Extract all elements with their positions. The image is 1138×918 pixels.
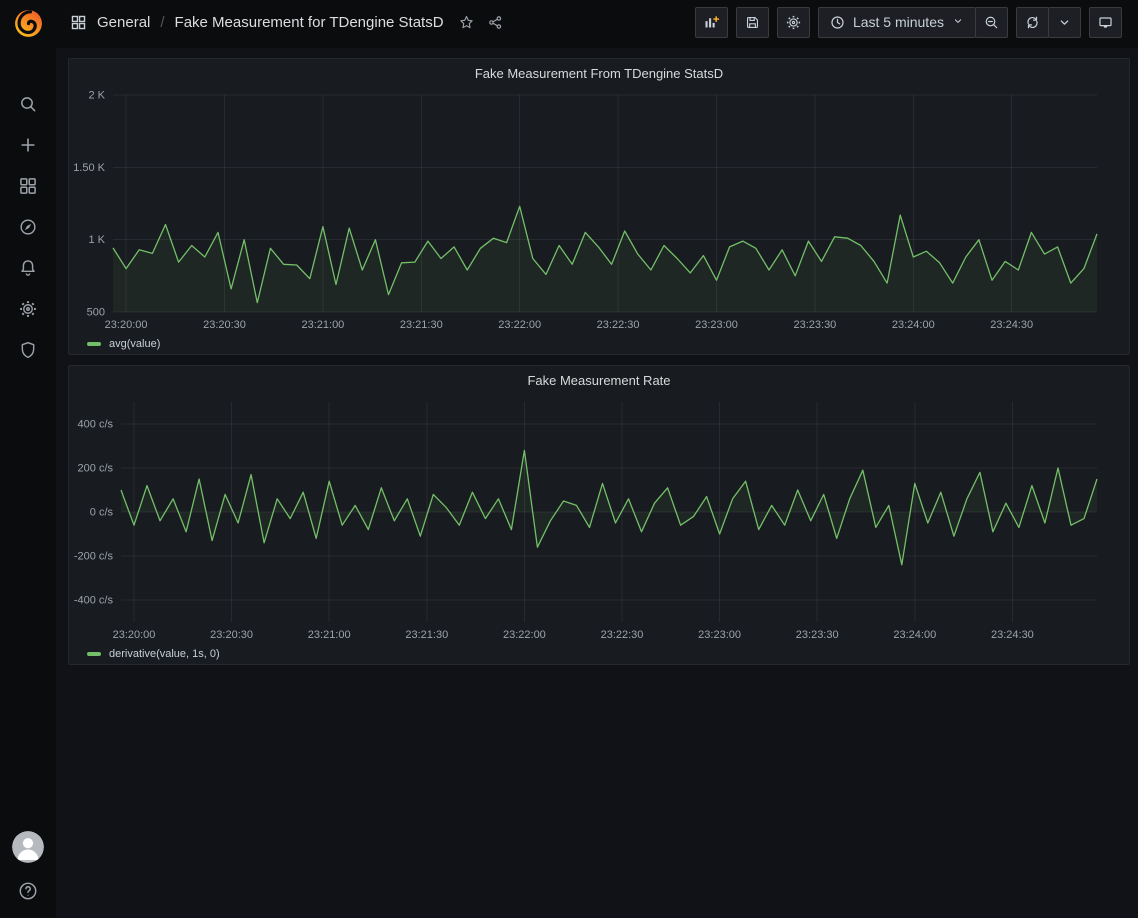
svg-text:0 c/s: 0 c/s <box>90 507 114 519</box>
legend-label: derivative(value, 1s, 0) <box>109 648 220 660</box>
time-range-group: Last 5 minutes <box>818 7 1008 38</box>
svg-text:23:24:30: 23:24:30 <box>990 319 1033 331</box>
svg-text:23:24:00: 23:24:00 <box>892 319 935 331</box>
add-panel-button[interactable] <box>695 7 728 38</box>
share-dashboard-button[interactable] <box>487 14 504 31</box>
refresh-button[interactable] <box>1016 7 1049 38</box>
sidebar-item-create[interactable] <box>17 134 39 156</box>
panel-header[interactable]: Fake Measurement From TDengine StatsD <box>69 59 1129 87</box>
time-range-caret <box>951 14 965 31</box>
sidebar <box>0 0 56 918</box>
svg-text:23:23:00: 23:23:00 <box>695 319 738 331</box>
dashboard-settings-button[interactable] <box>777 7 810 38</box>
svg-text:23:21:30: 23:21:30 <box>400 319 443 331</box>
svg-text:23:20:30: 23:20:30 <box>203 319 246 331</box>
svg-text:23:21:30: 23:21:30 <box>405 629 448 641</box>
add-panel-icon <box>703 14 720 31</box>
user-avatar[interactable] <box>12 831 44 863</box>
grafana-logo-icon <box>13 8 44 39</box>
svg-text:23:20:00: 23:20:00 <box>105 319 148 331</box>
plus-icon <box>18 135 38 155</box>
panel-title: Fake Measurement From TDengine StatsD <box>475 66 723 81</box>
svg-text:400 c/s: 400 c/s <box>78 419 114 431</box>
svg-text:1.50 K: 1.50 K <box>73 162 105 174</box>
svg-text:23:22:00: 23:22:00 <box>498 319 541 331</box>
timeseries-chart[interactable]: -400 c/s -200 c/s 0 c/s 200 c/s 400 c/s 23:20… <box>69 394 1129 644</box>
timeseries-chart[interactable]: 500 1 K 1.50 K 2 K 23:20:00 23:20:30 23:21:00 2… <box>69 87 1129 334</box>
breadcrumb-separator: / <box>160 14 164 31</box>
svg-text:200 c/s: 200 c/s <box>78 463 114 475</box>
svg-text:23:23:00: 23:23:00 <box>698 629 741 641</box>
svg-text:23:21:00: 23:21:00 <box>308 629 351 641</box>
legend-item[interactable]: derivative(value, 1s, 0) <box>69 644 1129 664</box>
top-navbar: General / Fake Measurement for TDengine … <box>56 0 1138 48</box>
svg-text:-400 c/s: -400 c/s <box>74 595 114 607</box>
time-range-label: Last 5 minutes <box>853 14 944 30</box>
sidebar-item-explore[interactable] <box>17 216 39 238</box>
breadcrumb-folder[interactable]: General <box>97 14 150 31</box>
svg-text:2 K: 2 K <box>88 90 105 102</box>
sidebar-item-alerting[interactable] <box>17 257 39 279</box>
legend-swatch <box>87 652 101 656</box>
star-dashboard-button[interactable] <box>458 14 475 31</box>
svg-text:1 K: 1 K <box>88 234 105 246</box>
legend-swatch <box>87 342 101 346</box>
clock-icon <box>829 14 846 31</box>
apps-grid-icon <box>18 176 38 196</box>
svg-text:23:23:30: 23:23:30 <box>796 629 839 641</box>
chevron-down-icon <box>1056 14 1073 31</box>
help-question-icon <box>17 880 39 902</box>
refresh-interval-button[interactable] <box>1048 7 1081 38</box>
dashboard-toolbar: Last 5 minutes <box>695 7 1122 38</box>
svg-text:500: 500 <box>87 307 105 319</box>
svg-text:23:22:00: 23:22:00 <box>503 629 546 641</box>
dashboard-grid-icon <box>70 14 87 31</box>
panel-fake-measurement: Fake Measurement From TDengine StatsD 50… <box>68 58 1130 355</box>
save-icon <box>744 14 761 31</box>
gear-icon <box>785 14 802 31</box>
svg-text:23:22:30: 23:22:30 <box>597 319 640 331</box>
legend-label: avg(value) <box>109 338 160 350</box>
shield-icon <box>18 340 38 360</box>
sidebar-item-help[interactable] <box>17 880 39 902</box>
share-icon <box>487 14 504 31</box>
cycle-view-mode-button[interactable] <box>1089 7 1122 38</box>
time-range-picker[interactable]: Last 5 minutes <box>818 7 976 38</box>
refresh-icon <box>1024 14 1041 31</box>
sidebar-item-server-admin[interactable] <box>17 339 39 361</box>
svg-text:23:20:00: 23:20:00 <box>113 629 156 641</box>
svg-text:23:24:00: 23:24:00 <box>893 629 936 641</box>
svg-text:23:23:30: 23:23:30 <box>793 319 836 331</box>
svg-text:23:20:30: 23:20:30 <box>210 629 253 641</box>
zoom-out-time-button[interactable] <box>975 7 1008 38</box>
gear-icon <box>18 299 38 319</box>
dashboard-canvas: Fake Measurement From TDengine StatsD 50… <box>56 48 1138 675</box>
breadcrumb: General / Fake Measurement for TDengine … <box>70 14 444 31</box>
panel-title: Fake Measurement Rate <box>527 373 670 388</box>
chevron-down-icon <box>951 14 965 28</box>
monitor-icon <box>1097 14 1114 31</box>
star-icon <box>458 14 475 31</box>
dashboard-title: Fake Measurement for TDengine StatsD <box>175 14 444 31</box>
compass-icon <box>18 217 38 237</box>
zoom-out-icon <box>983 14 1000 31</box>
legend-item[interactable]: avg(value) <box>69 334 1129 354</box>
bell-icon <box>18 258 38 278</box>
panel-header[interactable]: Fake Measurement Rate <box>69 366 1129 394</box>
panel-fake-measurement-rate: Fake Measurement Rate -400 c/s -200 c/s 0 … <box>68 365 1130 665</box>
sidebar-item-search[interactable] <box>17 93 39 115</box>
grafana-logo[interactable] <box>0 0 56 47</box>
sidebar-item-dashboards[interactable] <box>17 175 39 197</box>
search-icon <box>18 94 38 114</box>
svg-text:23:21:00: 23:21:00 <box>301 319 344 331</box>
sidebar-item-configuration[interactable] <box>17 298 39 320</box>
svg-text:23:24:30: 23:24:30 <box>991 629 1034 641</box>
save-dashboard-button[interactable] <box>736 7 769 38</box>
svg-text:-200 c/s: -200 c/s <box>74 551 114 563</box>
svg-text:23:22:30: 23:22:30 <box>601 629 644 641</box>
refresh-group <box>1016 7 1081 38</box>
